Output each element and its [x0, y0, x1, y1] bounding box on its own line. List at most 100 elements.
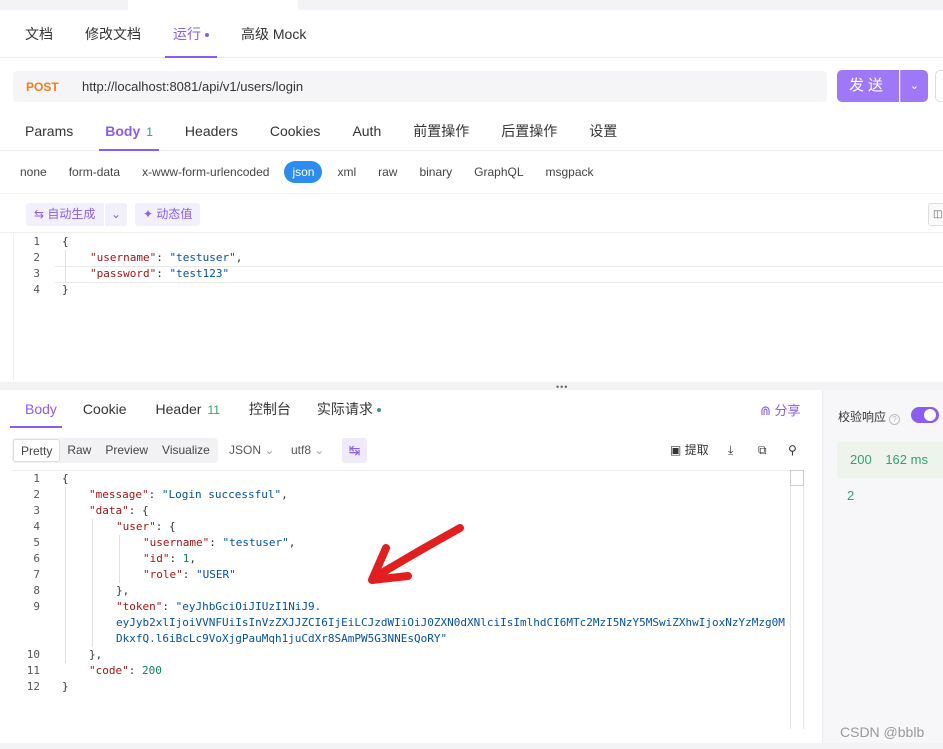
- resp-tab-actual-request-label: 实际请求: [316, 401, 373, 417]
- json-token: :: [148, 488, 162, 501]
- line-number: 4: [33, 283, 40, 296]
- save-button-edge[interactable]: [935, 70, 943, 102]
- copy-icon[interactable]: ⧉: [758, 440, 767, 460]
- search-icon[interactable]: ⚲: [788, 440, 797, 460]
- view-preview[interactable]: Preview: [98, 439, 155, 462]
- help-icon[interactable]: ?: [889, 414, 901, 425]
- line-number: 4: [33, 520, 40, 533]
- editor-border: [13, 233, 14, 380]
- body-type-raw[interactable]: raw: [367, 161, 408, 183]
- body-type-binary[interactable]: binary: [408, 161, 463, 183]
- tab-body[interactable]: Body 1: [89, 112, 169, 151]
- json-token: :: [169, 552, 183, 565]
- body-type-none[interactable]: none: [9, 161, 58, 183]
- auto-generate-dropdown[interactable]: ⌄: [105, 203, 127, 226]
- url-input[interactable]: http://localhost:8081/api/v1/users/login: [82, 79, 303, 94]
- code-line: 2 "message": "Login successful",: [10, 487, 800, 503]
- json-token: ,: [189, 552, 196, 565]
- code-line: 11 "code": 200: [10, 663, 800, 679]
- panel-splitter[interactable]: [0, 382, 943, 390]
- code-line: 1{: [10, 471, 800, 487]
- code-text: eyJyb2xlIjoiVVNFUiIsInVzZXJJZCI6IjEiLCJz…: [116, 615, 785, 631]
- tab-edit-docs[interactable]: 修改文档: [69, 10, 157, 58]
- tab-params[interactable]: Params: [0, 112, 89, 151]
- body-type-graphql[interactable]: GraphQL: [463, 161, 534, 183]
- json-token: : {: [128, 504, 149, 517]
- auto-generate-button[interactable]: ⇆ 自动生成: [26, 203, 104, 226]
- line-number: 2: [33, 488, 40, 501]
- body-type-json[interactable]: json: [284, 161, 323, 183]
- code-text: "role": "USER": [143, 567, 236, 583]
- encoding-select[interactable]: utf8 ⌄: [291, 438, 324, 463]
- code-text: "code": 200: [89, 663, 162, 679]
- view-pretty[interactable]: Pretty: [13, 439, 61, 462]
- request-body-editor[interactable]: 1{ 2 "username": "testuser", 3 "password":…: [10, 234, 940, 298]
- status-strip: [0, 743, 943, 749]
- tab-headers[interactable]: Headers: [169, 112, 254, 151]
- body-type-urlencoded[interactable]: x-www-form-urlencoded: [131, 161, 280, 183]
- line-number: 11: [26, 664, 40, 677]
- dynamic-value-button[interactable]: ✦ 动态值: [135, 203, 201, 226]
- verify-response: 校验响应?: [838, 408, 901, 425]
- tab-settings[interactable]: 设置: [573, 112, 633, 151]
- format-select[interactable]: JSON ⌄: [229, 438, 274, 463]
- json-token: "token": [116, 600, 163, 613]
- share-button[interactable]: ⋒ 分享: [760, 400, 801, 419]
- send-options-button[interactable]: ⌄: [900, 70, 928, 102]
- view-visualize[interactable]: Visualize: [155, 439, 217, 462]
- code-line: 10},: [10, 647, 800, 663]
- json-token: :: [182, 568, 196, 581]
- tab-auth[interactable]: Auth: [336, 112, 397, 151]
- resp-tab-cookie[interactable]: Cookie: [70, 390, 140, 428]
- resp-tab-console[interactable]: 控制台: [233, 390, 304, 428]
- code-line: 3 "password": "test123": [10, 266, 940, 282]
- line-number: 7: [33, 568, 40, 581]
- chevron-down-icon: ⌄: [264, 443, 275, 457]
- send-button[interactable]: 发送: [837, 70, 899, 102]
- wrap-lines-button[interactable]: ↹: [342, 438, 367, 463]
- json-key: "username": [90, 251, 157, 264]
- tab-cookies[interactable]: Cookies: [254, 112, 337, 151]
- response-time: 162 ms: [885, 452, 928, 467]
- resp-tab-actual-request[interactable]: 实际请求: [304, 390, 394, 428]
- auto-generate-label: 自动生成: [47, 207, 96, 221]
- verify-toggle[interactable]: [911, 407, 939, 423]
- tab-run[interactable]: 运行: [157, 10, 225, 58]
- dynamic-value-label: 动态值: [156, 207, 193, 221]
- method-select[interactable]: POST: [26, 80, 70, 94]
- side-panel-toggle[interactable]: ◫: [928, 203, 943, 226]
- json-token: "message": [89, 488, 149, 501]
- json-punct: ,: [235, 251, 243, 264]
- line-number: 3: [33, 267, 40, 280]
- code-line: 12}: [10, 679, 800, 695]
- json-token: "data": [89, 504, 129, 517]
- json-string: "testuser": [169, 251, 236, 264]
- json-token: "code": [89, 664, 129, 677]
- unsaved-dot: [205, 32, 209, 37]
- view-raw[interactable]: Raw: [60, 439, 98, 462]
- code-text: },: [116, 583, 129, 599]
- panel-icon: ◫: [933, 209, 943, 220]
- tab-post-actions[interactable]: 后置操作: [485, 112, 573, 151]
- body-type-xml[interactable]: xml: [326, 161, 367, 183]
- tab-docs[interactable]: 文档: [0, 10, 69, 58]
- view-mode-selector: Pretty Raw Preview Visualize: [12, 438, 218, 463]
- resp-tab-header[interactable]: Header 11: [140, 390, 233, 428]
- request-tabs: Params Body 1 Headers Cookies Auth 前置操作 后…: [0, 112, 943, 151]
- extract-button[interactable]: ▣ 提取: [670, 440, 709, 460]
- json-token: : {: [155, 520, 176, 533]
- window-tab-strip: [0, 0, 943, 10]
- wrap-icon: ↹: [348, 442, 361, 458]
- json-token: "Login successful": [161, 488, 282, 501]
- resp-tab-body[interactable]: Body: [0, 390, 70, 428]
- tab-advanced-mock[interactable]: 高级 Mock: [225, 10, 322, 58]
- body-type-form-data[interactable]: form-data: [58, 161, 131, 183]
- body-type-msgpack[interactable]: msgpack: [535, 161, 605, 183]
- code-line: 4}: [10, 282, 940, 298]
- code-text: "username": "testuser",: [90, 251, 243, 264]
- active-window-tab[interactable]: [128, 0, 298, 10]
- response-size: 2: [847, 488, 855, 503]
- line-number: 2: [33, 251, 40, 264]
- tab-pre-actions[interactable]: 前置操作: [397, 112, 485, 151]
- download-icon[interactable]: ⤓: [728, 440, 733, 460]
